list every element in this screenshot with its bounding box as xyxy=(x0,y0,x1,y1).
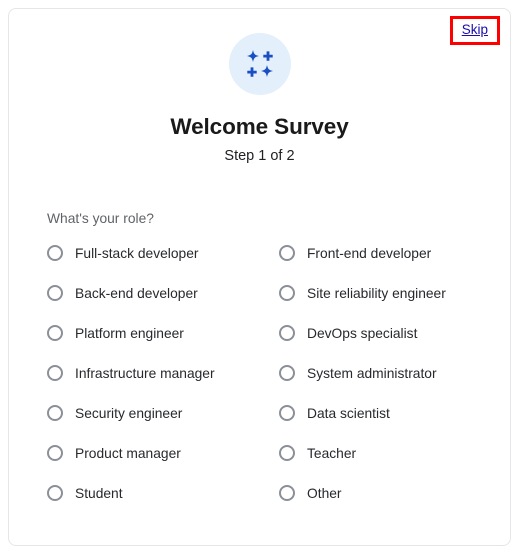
option-label: Teacher xyxy=(307,445,357,461)
option-devops-specialist[interactable]: DevOps specialist xyxy=(279,313,490,353)
radio-icon[interactable] xyxy=(279,485,295,501)
option-student[interactable]: Student xyxy=(47,473,279,513)
option-label: Security engineer xyxy=(75,405,183,421)
survey-header: Welcome Survey Step 1 of 2 xyxy=(9,33,510,165)
option-label: Data scientist xyxy=(307,405,390,421)
page-title: Welcome Survey xyxy=(170,114,349,139)
option-label: Product manager xyxy=(75,445,181,461)
step-indicator: Step 1 of 2 xyxy=(224,147,295,164)
radio-icon[interactable] xyxy=(47,245,63,261)
radio-icon[interactable] xyxy=(47,405,63,421)
option-data-scientist[interactable]: Data scientist xyxy=(279,393,490,433)
welcome-survey-card: Skip Welcome Survey Step 1 of 2 What's y… xyxy=(8,8,511,546)
option-label: System administrator xyxy=(307,365,437,381)
option-label: Platform engineer xyxy=(75,325,184,341)
option-platform-engineer[interactable]: Platform engineer xyxy=(47,313,279,353)
radio-icon[interactable] xyxy=(47,445,63,461)
radio-icon[interactable] xyxy=(47,485,63,501)
option-label: Full-stack developer xyxy=(75,245,199,261)
sparkles-icon xyxy=(228,33,291,95)
role-options-grid: Full-stack developer Back-end developer … xyxy=(47,233,490,513)
radio-icon[interactable] xyxy=(279,245,295,261)
radio-icon[interactable] xyxy=(279,325,295,341)
option-label: Site reliability engineer xyxy=(307,285,446,301)
question-label: What's your role? xyxy=(47,211,154,226)
option-infrastructure-manager[interactable]: Infrastructure manager xyxy=(47,353,279,393)
option-label: Student xyxy=(75,485,123,501)
radio-icon[interactable] xyxy=(279,445,295,461)
option-label: Other xyxy=(307,485,342,501)
option-label: Front-end developer xyxy=(307,245,432,261)
option-security-engineer[interactable]: Security engineer xyxy=(47,393,279,433)
option-label: DevOps specialist xyxy=(307,325,418,341)
option-back-end-developer[interactable]: Back-end developer xyxy=(47,273,279,313)
radio-icon[interactable] xyxy=(279,405,295,421)
option-label: Infrastructure manager xyxy=(75,365,215,381)
option-product-manager[interactable]: Product manager xyxy=(47,433,279,473)
option-label: Back-end developer xyxy=(75,285,198,301)
option-system-administrator[interactable]: System administrator xyxy=(279,353,490,393)
option-teacher[interactable]: Teacher xyxy=(279,433,490,473)
option-site-reliability-engineer[interactable]: Site reliability engineer xyxy=(279,273,490,313)
radio-icon[interactable] xyxy=(47,325,63,341)
option-other[interactable]: Other xyxy=(279,473,490,513)
option-full-stack-developer[interactable]: Full-stack developer xyxy=(47,233,279,273)
radio-icon[interactable] xyxy=(279,285,295,301)
radio-icon[interactable] xyxy=(47,285,63,301)
radio-icon[interactable] xyxy=(47,365,63,381)
radio-icon[interactable] xyxy=(279,365,295,381)
option-front-end-developer[interactable]: Front-end developer xyxy=(279,233,490,273)
